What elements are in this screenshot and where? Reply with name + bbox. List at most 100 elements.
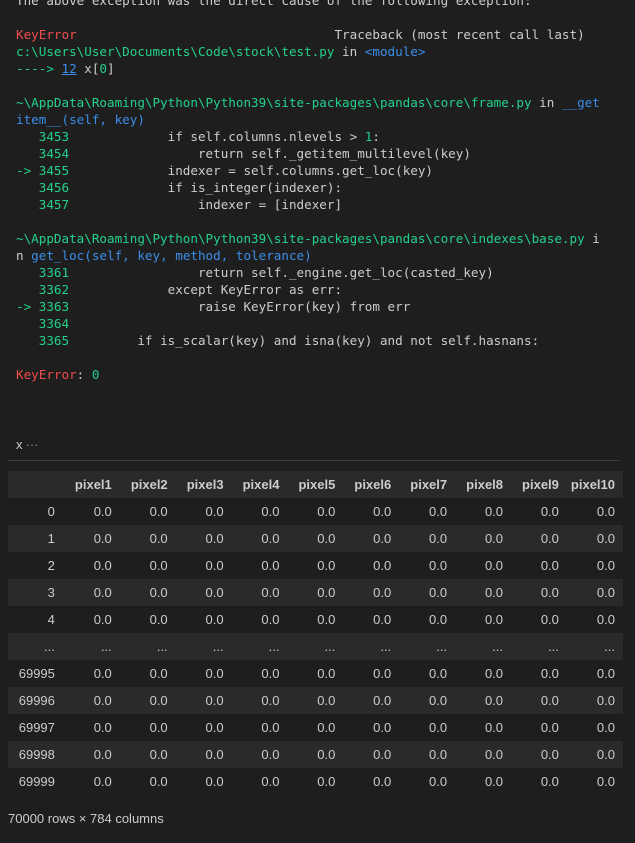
table-cell: 0.0 [317,585,336,600]
table-cell: ... [492,639,504,654]
more-options-icon[interactable]: ··· [26,437,39,452]
traceback-segment: 0 [99,61,108,76]
traceback-segment: ~\AppData\Roaming\Python\Python39\site-p… [16,95,532,110]
table-cell: 0.0 [261,693,280,708]
table-cell: ... [212,639,224,654]
traceback-segment: -> 3455 [16,163,70,178]
column-header: pixel6 [354,477,392,492]
traceback-line [16,213,635,230]
table-cell: 0.0 [540,558,559,573]
table-row: 3 0.0 0.0 0.0 0.0 0.0 0.0 0.0 0.0 0.0 0.0 [8,579,623,606]
table-cell: 0.0 [93,720,112,735]
table-row: 0 0.0 0.0 0.0 0.0 0.0 0.0 0.0 0.0 0.0 0.0 [8,498,623,525]
traceback-segment: return self._getitem_multilevel(key) [69,146,471,161]
traceback-line: ~\AppData\Roaming\Python\Python39\site-p… [16,94,635,111]
table-cell: 0.0 [484,585,504,600]
table-cell: 0.0 [596,747,615,762]
dataframe-view[interactable]: pixel1 pixel2 pixel3 pixel4 pixel5 pixel6 pixe… [8,471,623,795]
column-header: pixel2 [130,477,168,492]
table-cell: 0.0 [373,558,392,573]
traceback-segment: n [16,248,32,263]
traceback-line: -> 3455 indexer = self.columns.get_loc(k… [16,162,635,179]
table-row: 69996 0.0 0.0 0.0 0.0 0.0 0.0 0.0 0.0 0.0 0.0 [8,687,623,714]
traceback-segment: -> 3363 [16,299,70,314]
traceback-line: The above exception was the direct cause… [16,0,635,9]
table-cell: 0.0 [149,612,168,627]
table-cell: 0.0 [596,693,615,708]
table-cell: 0.0 [93,774,112,789]
column-header: pixel10 [570,477,615,492]
traceback-line: 3454 return self._getitem_multilevel(key… [16,145,635,162]
table-cell: 0.0 [484,720,504,735]
table-cell: 0.0 [596,531,615,546]
traceback-segment: KeyError [16,27,77,42]
table-cell: 0.0 [93,585,112,600]
column-header: pixel1 [74,477,112,492]
table-cell: 0.0 [484,531,504,546]
table-cell: 0.0 [484,693,504,708]
table-cell: 0.0 [261,585,280,600]
line-number-link[interactable]: 12 [62,61,77,76]
table-cell: 0.0 [373,612,392,627]
traceback-segment: x[ [76,61,100,76]
table-cell: 0.0 [149,693,168,708]
column-header: pixel7 [410,477,448,492]
table-cell: 0.0 [261,531,280,546]
table-cell: 0.0 [149,504,168,519]
traceback-segment: KeyError [16,367,77,382]
table-cell: ... [380,639,392,654]
table-cell: 0.0 [261,774,280,789]
table-cell: 0.0 [484,558,504,573]
table-cell: ... [436,639,448,654]
column-header: pixel4 [242,477,280,492]
table-row: 1 0.0 0.0 0.0 0.0 0.0 0.0 0.0 0.0 0.0 0.0 [8,525,623,552]
table-cell: 0.0 [373,585,392,600]
table-cell: 0.0 [317,774,336,789]
table-cell: 0.0 [149,531,168,546]
table-cell: 0.0 [205,774,224,789]
table-cell: 0.0 [596,774,615,789]
table-cell: 0.0 [429,531,448,546]
traceback-line: KeyError Traceback (most recent call las… [16,26,635,43]
row-index: 0 [47,504,55,519]
traceback-line [16,77,635,94]
traceback-segment: raise KeyError(key) from err [69,299,411,314]
traceback-line: c:\Users\User\Documents\Code\stock\test.… [16,43,635,60]
table-cell: 0.0 [373,693,392,708]
table-cell: 0.0 [596,666,615,681]
traceback-segment: 3365 [16,333,70,348]
table-cell: 0.0 [484,612,504,627]
table-cell: 0.0 [429,693,448,708]
column-header: pixel3 [186,477,224,492]
traceback-segment: i [584,231,600,246]
output-variable-name: x [16,437,23,452]
table-cell: 0.0 [149,585,168,600]
table-row: 69999 0.0 0.0 0.0 0.0 0.0 0.0 0.0 0.0 0.0 0.0 [8,768,623,795]
traceback-line: n get_loc(self, key, method, tolerance) [16,247,635,264]
table-cell: 0.0 [317,504,336,519]
table-cell: 0.0 [317,612,336,627]
row-index: 2 [47,558,55,573]
output-variable-header[interactable]: x ··· [16,437,39,452]
table-cell: 0.0 [93,666,112,681]
table-cell: 0.0 [373,666,392,681]
traceback-segment: indexer = self.columns.get_loc(key) [69,163,434,178]
table-row: 69997 0.0 0.0 0.0 0.0 0.0 0.0 0.0 0.0 0.0 0.0 [8,714,623,741]
traceback-segment: : [76,367,92,382]
traceback-output: The above exception was the direct cause… [16,0,635,383]
traceback-segment: The above exception was the direct cause… [16,0,532,8]
table-cell: ... [156,639,168,654]
traceback-line: 3453 if self.columns.nlevels > 1: [16,128,635,145]
traceback-segment: ~\AppData\Roaming\Python\Python39\site-p… [16,231,585,246]
traceback-segment: : [372,129,380,144]
table-cell: 0.0 [540,720,559,735]
table-cell: ... [324,639,336,654]
column-header: pixel8 [466,477,504,492]
traceback-segment: in [531,95,562,110]
table-row: ................................. [8,633,623,660]
column-header: pixel5 [298,477,336,492]
traceback-segment: <module> [364,44,426,59]
table-cell: 0.0 [93,504,112,519]
table-cell: ... [100,639,112,654]
table-cell: 0.0 [429,585,448,600]
